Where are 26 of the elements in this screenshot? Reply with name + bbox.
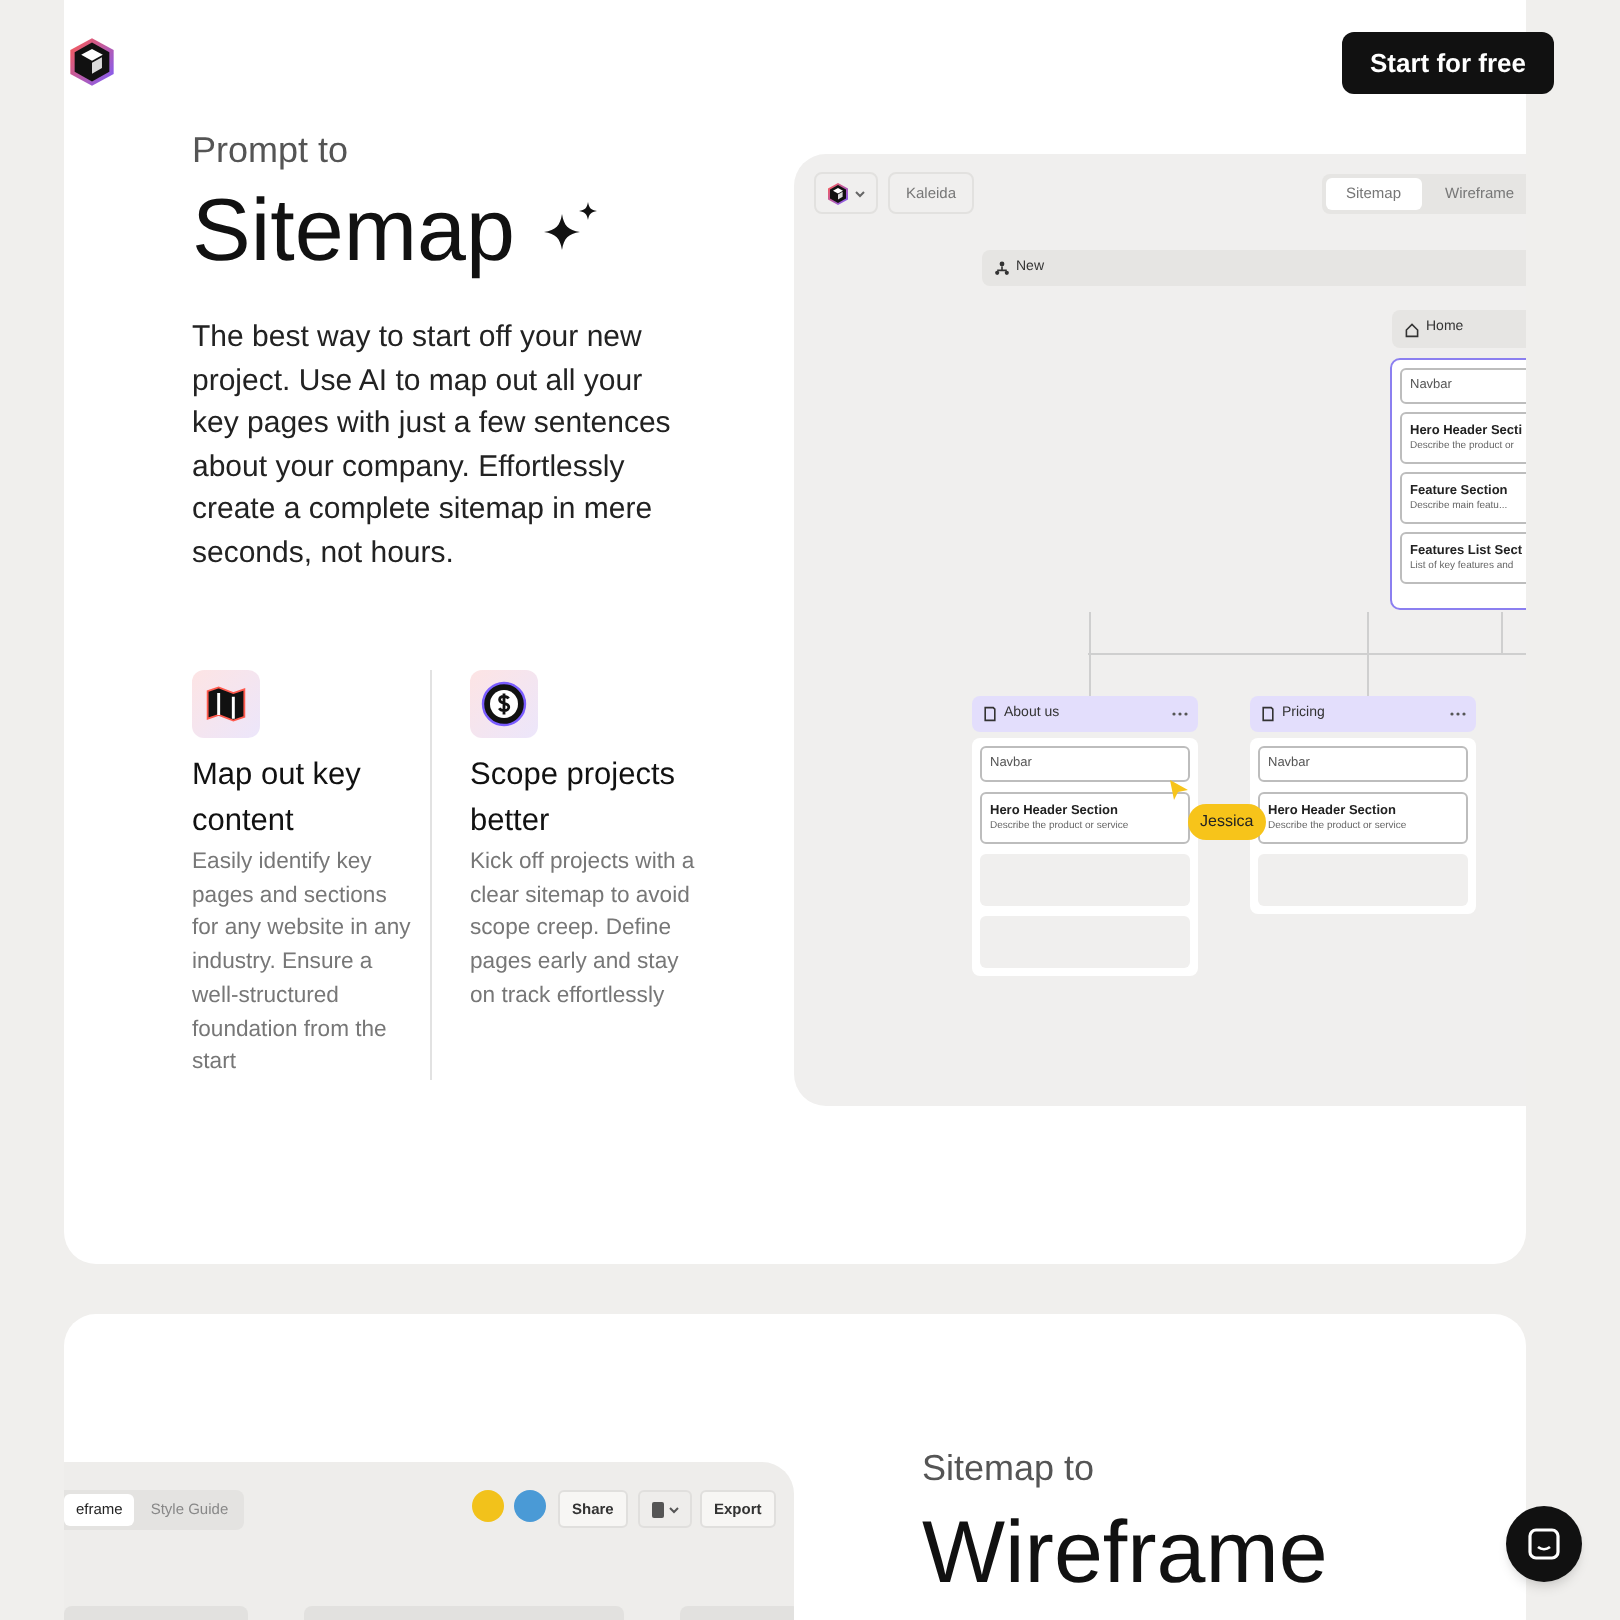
feature-title: Scope projects better xyxy=(470,756,678,841)
chat-button[interactable] xyxy=(1506,1506,1582,1582)
section-heading: Wireframe xyxy=(922,1502,1328,1606)
figma-menu-button[interactable] xyxy=(638,1490,692,1528)
page-icon xyxy=(1260,706,1276,722)
home-icon xyxy=(1404,321,1420,337)
section-heading: Sitemap xyxy=(192,180,515,284)
eyebrow-text: Sitemap to xyxy=(922,1446,1097,1490)
logo-menu-button[interactable] xyxy=(814,172,878,214)
feature-title: Map out key content xyxy=(192,756,363,841)
chevron-down-icon xyxy=(667,1503,679,1515)
feature-description: Easily identify key pages and sections for any website in any industry. Ensure a well-structured foundation from the start xyxy=(192,848,413,1079)
avatar xyxy=(514,1490,546,1522)
user-cursor-label: Jessica xyxy=(1188,804,1266,840)
page-icon xyxy=(982,706,998,722)
sitemap-icon xyxy=(994,260,1010,276)
dollar-coin-icon xyxy=(480,680,528,728)
map-icon xyxy=(204,682,248,726)
start-for-free-button[interactable]: Start for free xyxy=(1342,32,1555,94)
chat-icon xyxy=(1526,1526,1562,1562)
chevron-down-icon xyxy=(854,187,866,199)
cube-logo-icon xyxy=(826,181,850,205)
feature-description: Kick off projects with a clear sitemap to avoid scope creep. Define pages early and stay on track effortlessly xyxy=(470,848,697,1012)
avatar xyxy=(472,1490,504,1522)
eyebrow-text: Prompt to xyxy=(192,128,351,172)
section-description: The best way to start off your new project. Use AI to map out all your key pages with just a few sentences about your company. Effortlessly create a complete sitemap in mere seconds, not hours. xyxy=(192,318,673,573)
